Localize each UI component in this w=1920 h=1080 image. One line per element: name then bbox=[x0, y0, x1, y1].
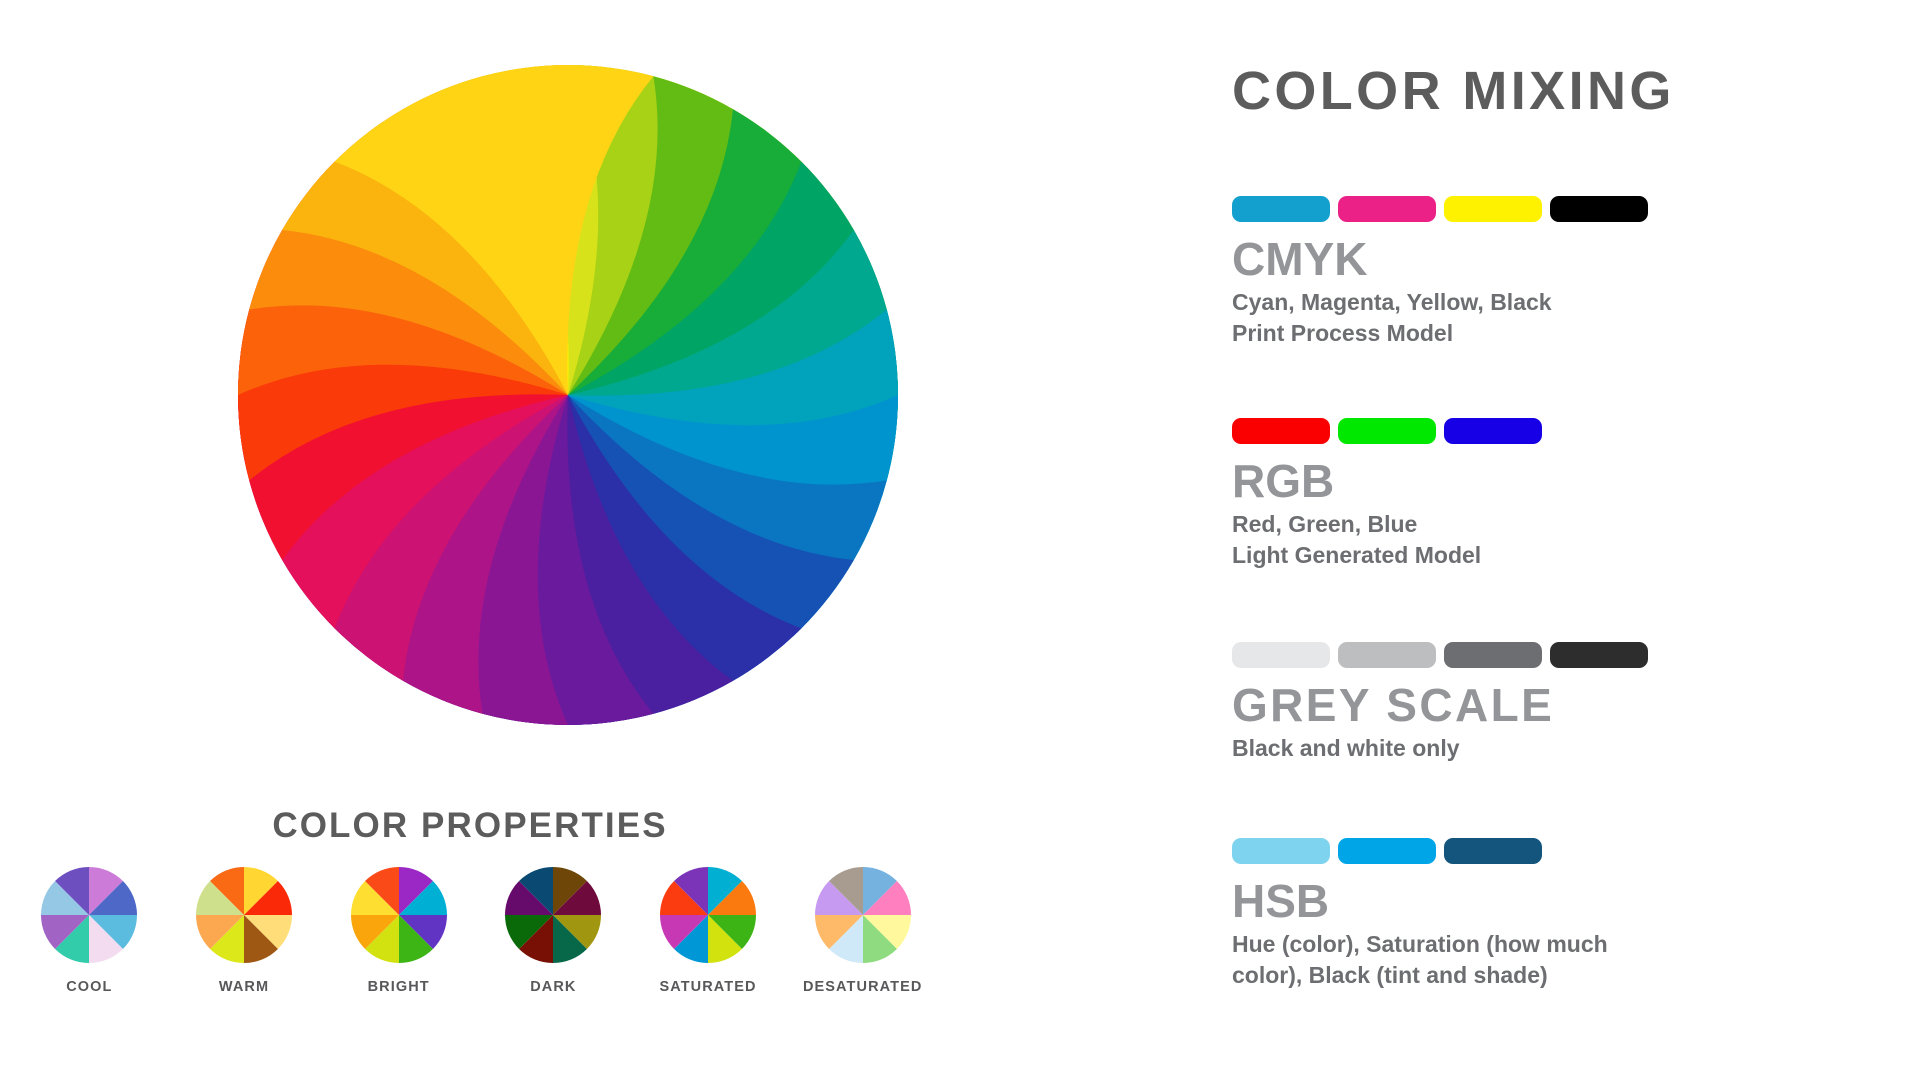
yellow-swatch bbox=[1444, 196, 1542, 222]
hsb-shade-swatch bbox=[1444, 838, 1542, 864]
property-item-warm: WARM bbox=[167, 867, 322, 995]
swatch-row-rgb bbox=[1232, 418, 1872, 444]
model-desc-line: color), Black (tint and shade) bbox=[1232, 961, 1548, 988]
color-model-cmyk: CMYK Cyan, Magenta, Yellow, Black Print P… bbox=[1232, 196, 1872, 349]
color-properties-section: COLOR PROPERTIES COOL WARM BRIGHT DARK SATUR… bbox=[0, 800, 1150, 995]
black-swatch bbox=[1550, 196, 1648, 222]
red-swatch bbox=[1232, 418, 1330, 444]
color-model-rgb: RGB Red, Green, Blue Light Generated Mode… bbox=[1232, 418, 1872, 571]
property-label: COOL bbox=[66, 979, 113, 995]
color-wheel-spiral-icon bbox=[237, 64, 899, 726]
grey-mid-light-swatch bbox=[1338, 642, 1436, 668]
right-column: COLOR MIXING CMYK Cyan, Magenta, Yellow,… bbox=[1232, 0, 1872, 1080]
magenta-swatch bbox=[1338, 196, 1436, 222]
model-desc-grey-scale: Black and white only bbox=[1232, 733, 1642, 764]
property-item-desaturated: DESATURATED bbox=[785, 867, 940, 995]
color-model-grey-scale: GREY SCALE Black and white only bbox=[1232, 642, 1872, 764]
model-desc-line: Hue (color), Saturation (how much bbox=[1232, 930, 1608, 957]
property-wheel-icon bbox=[814, 867, 911, 963]
model-desc-line: Cyan, Magenta, Yellow, Black bbox=[1232, 288, 1552, 315]
property-item-bright: BRIGHT bbox=[321, 867, 476, 995]
color-properties-title: COLOR PROPERTIES bbox=[272, 806, 668, 845]
model-desc-line: Red, Green, Blue bbox=[1232, 510, 1418, 537]
property-item-saturated: SATURATED bbox=[631, 867, 786, 995]
hsb-hue-swatch bbox=[1338, 838, 1436, 864]
swatch-row-grey-scale bbox=[1232, 642, 1872, 668]
blue-swatch bbox=[1444, 418, 1542, 444]
model-desc-line: Light Generated Model bbox=[1232, 541, 1482, 568]
color-model-hsb: HSB Hue (color), Saturation (how much col… bbox=[1232, 838, 1872, 991]
property-label: SATURATED bbox=[659, 979, 757, 995]
property-wheel-icon bbox=[41, 867, 138, 963]
property-label: WARM bbox=[218, 979, 270, 995]
cyan-swatch bbox=[1232, 196, 1330, 222]
left-column: COLOR PROPERTIES COOL WARM BRIGHT DARK SATUR… bbox=[0, 0, 1150, 1080]
main-color-wheel bbox=[225, 52, 911, 738]
color-properties-row: COOL WARM BRIGHT DARK SATURATED DESATURATED bbox=[0, 867, 940, 995]
property-wheel-icon bbox=[660, 867, 757, 963]
model-name-hsb: HSB bbox=[1232, 875, 1330, 927]
model-desc-hsb: Hue (color), Saturation (how much color),… bbox=[1232, 929, 1642, 991]
property-item-dark: DARK bbox=[476, 867, 631, 995]
swatch-row-cmyk bbox=[1232, 196, 1872, 222]
grey-dark-swatch bbox=[1550, 642, 1648, 668]
property-label: DARK bbox=[530, 979, 577, 995]
model-desc-line: Print Process Model bbox=[1232, 319, 1454, 346]
page-title: COLOR MIXING bbox=[1232, 61, 1675, 121]
model-name-cmyk: CMYK bbox=[1232, 233, 1368, 285]
model-name-rgb: RGB bbox=[1232, 455, 1335, 507]
swatch-row-hsb bbox=[1232, 838, 1872, 864]
model-name-grey-scale: GREY SCALE bbox=[1232, 679, 1555, 731]
model-desc-rgb: Red, Green, Blue Light Generated Model bbox=[1232, 509, 1642, 571]
property-item-cool: COOL bbox=[12, 867, 167, 995]
property-label: DESATURATED bbox=[802, 979, 923, 995]
grey-mid-dark-swatch bbox=[1444, 642, 1542, 668]
property-wheel-icon bbox=[196, 867, 292, 963]
property-label: BRIGHT bbox=[367, 979, 430, 995]
property-wheel-icon bbox=[350, 867, 447, 963]
model-desc-cmyk: Cyan, Magenta, Yellow, Black Print Proces… bbox=[1232, 287, 1642, 349]
property-wheel-icon bbox=[505, 867, 602, 963]
green-swatch bbox=[1338, 418, 1436, 444]
hsb-tint-swatch bbox=[1232, 838, 1330, 864]
model-desc-line: Black and white only bbox=[1232, 734, 1460, 761]
grey-light-swatch bbox=[1232, 642, 1330, 668]
